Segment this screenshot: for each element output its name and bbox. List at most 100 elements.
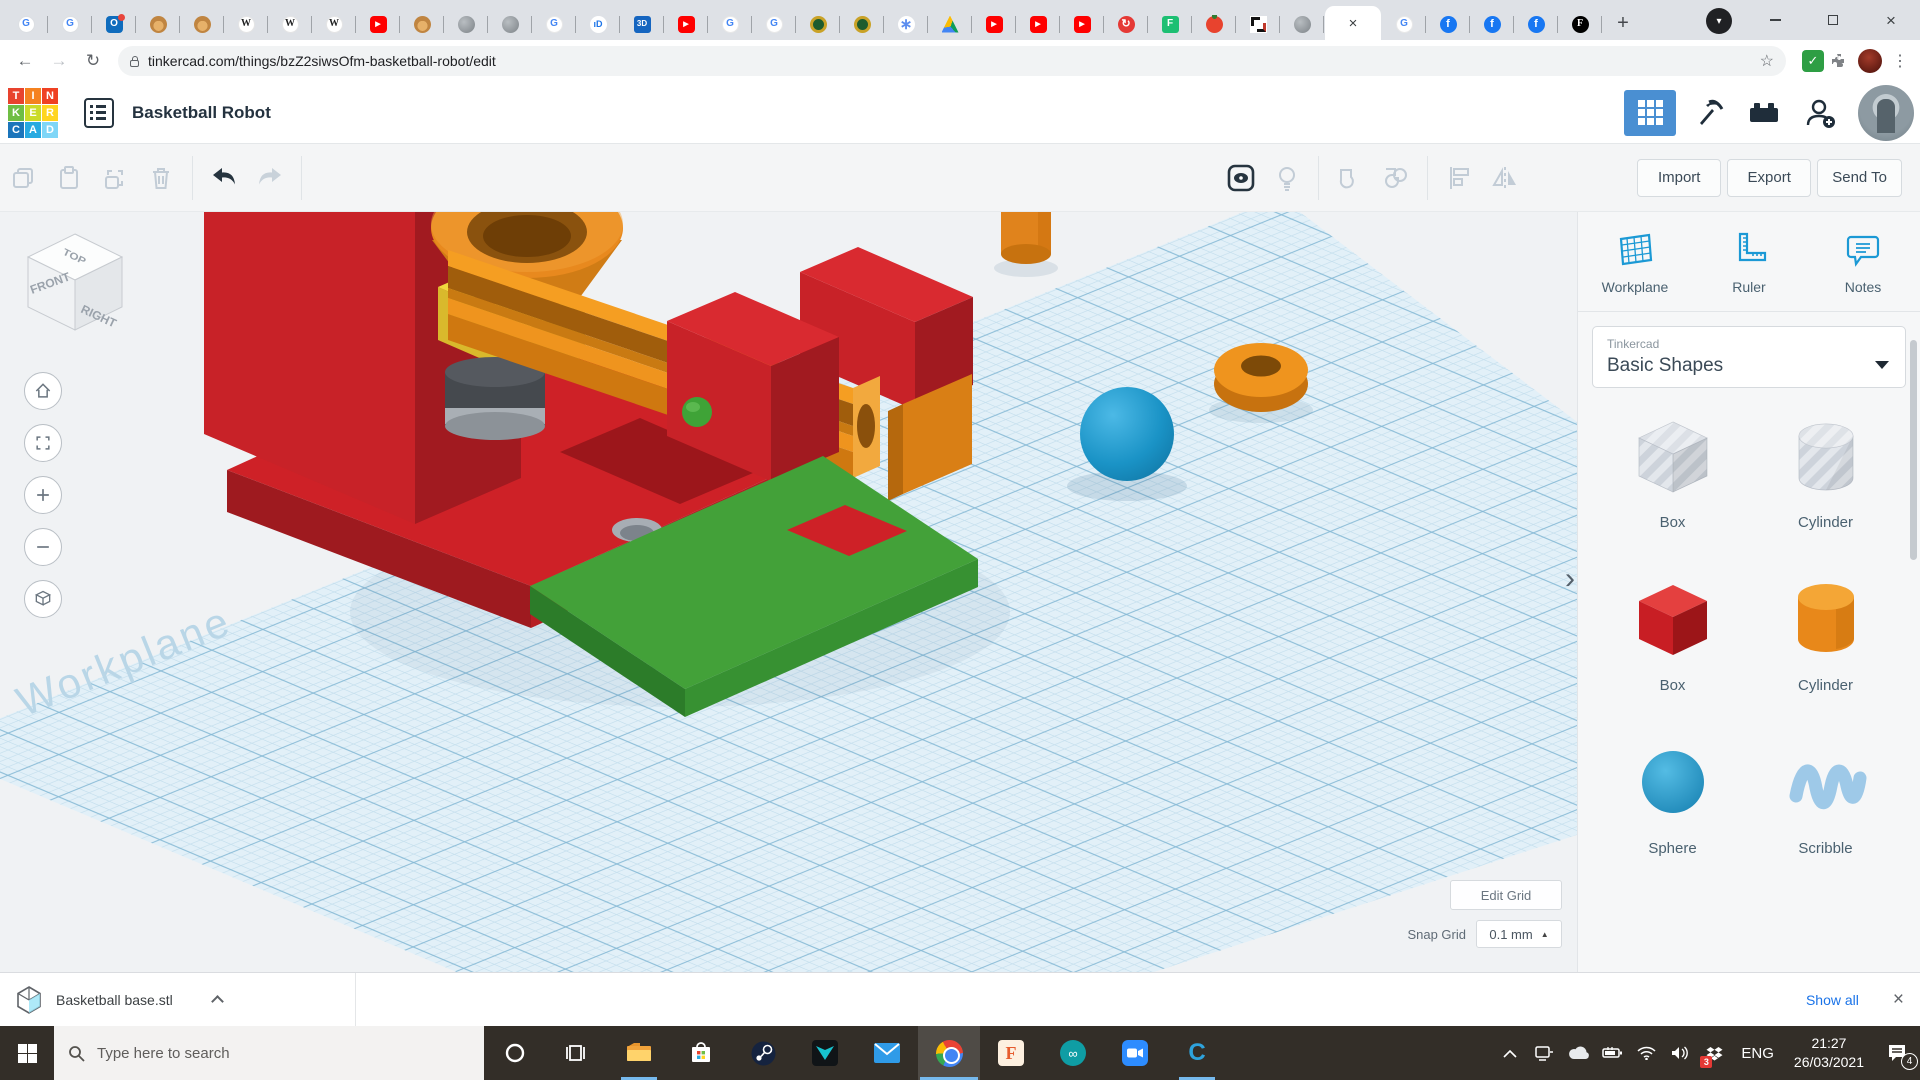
shape-red-box[interactable]: Box: [1596, 573, 1749, 694]
paste-button[interactable]: [46, 155, 92, 201]
pinned-tab[interactable]: G: [1382, 8, 1426, 40]
address-bar[interactable]: tinkercad.com/things/bzZ2siwsOfm-basketb…: [118, 46, 1786, 76]
design-properties-icon[interactable]: [84, 98, 114, 128]
fit-view-button[interactable]: [24, 424, 62, 462]
pinned-tab[interactable]: F: [1148, 8, 1192, 40]
steam-button[interactable]: [732, 1026, 794, 1080]
show-all-button[interactable]: Show all: [1806, 992, 1859, 1008]
extensions-puzzle-icon[interactable]: [1828, 50, 1850, 72]
pinned-tab[interactable]: G: [4, 8, 48, 40]
duplicate-button[interactable]: [92, 155, 138, 201]
shape-orange-cylinder[interactable]: Cylinder: [1749, 573, 1902, 694]
orange-torus[interactable]: [1214, 343, 1308, 412]
shape-hole-cylinder[interactable]: Cylinder: [1749, 410, 1902, 531]
shape-scribble[interactable]: Scribble: [1749, 736, 1902, 857]
predator-button[interactable]: [794, 1026, 856, 1080]
back-button[interactable]: ←: [10, 46, 40, 76]
mail-button[interactable]: [856, 1026, 918, 1080]
export-button[interactable]: Export: [1727, 159, 1811, 197]
taskbar-clock[interactable]: 21:27 26/03/2021: [1784, 1034, 1874, 1072]
group-button[interactable]: [1327, 155, 1373, 201]
start-button[interactable]: [0, 1026, 54, 1080]
onedrive-icon[interactable]: [1561, 1026, 1595, 1080]
dropbox-icon[interactable]: 3: [1697, 1026, 1731, 1080]
visibility-button[interactable]: [1218, 155, 1264, 201]
maximize-button[interactable]: [1804, 0, 1862, 40]
pinned-tab[interactable]: [444, 8, 488, 40]
pinned-tab[interactable]: f: [1426, 8, 1470, 40]
shape-library-select[interactable]: Tinkercad Basic Shapes: [1592, 326, 1906, 388]
pinned-tab[interactable]: [1280, 8, 1324, 40]
fusion-360-button[interactable]: F: [980, 1026, 1042, 1080]
copy-button[interactable]: [0, 155, 46, 201]
panel-scrollbar[interactable]: [1910, 340, 1917, 560]
undo-button[interactable]: [201, 155, 247, 201]
download-chevron-icon[interactable]: [211, 995, 224, 1008]
designs-grid-button[interactable]: [1624, 90, 1676, 136]
close-window-button[interactable]: ×: [1862, 0, 1920, 40]
view-cube[interactable]: TOP FRONT RIGHT: [16, 224, 134, 342]
3d-viewport[interactable]: Workplane: [0, 212, 1577, 972]
pinned-tab[interactable]: [488, 8, 532, 40]
minimize-button[interactable]: [1746, 0, 1804, 40]
language-indicator[interactable]: ENG: [1731, 1045, 1784, 1062]
task-view-button[interactable]: [546, 1026, 608, 1080]
arduino-button[interactable]: ∞: [1042, 1026, 1104, 1080]
wifi-icon[interactable]: [1629, 1026, 1663, 1080]
pinned-tab[interactable]: ↻: [1104, 8, 1148, 40]
redo-button[interactable]: [247, 155, 293, 201]
microsoft-store-button[interactable]: [670, 1026, 732, 1080]
pinned-tab[interactable]: 3D: [620, 8, 664, 40]
gray-cylinder[interactable]: [445, 357, 545, 440]
shelf-close-button[interactable]: ×: [1893, 989, 1904, 1011]
media-controls-button[interactable]: ▾: [1706, 8, 1732, 34]
zoom-out-button[interactable]: [24, 528, 62, 566]
taskbar-search[interactable]: Type here to search: [54, 1026, 484, 1080]
pinned-tab[interactable]: f: [1514, 8, 1558, 40]
file-explorer-button[interactable]: [608, 1026, 670, 1080]
url-text[interactable]: tinkercad.com/things/bzZ2siwsOfm-basketb…: [148, 53, 1751, 69]
volume-icon[interactable]: [1663, 1026, 1697, 1080]
pinned-tab[interactable]: G: [708, 8, 752, 40]
user-avatar[interactable]: [1858, 85, 1914, 141]
pinned-tab[interactable]: ▶: [356, 8, 400, 40]
download-item[interactable]: Basketball base.stl: [16, 985, 222, 1015]
pinned-tab[interactable]: [1192, 8, 1236, 40]
show-all-button[interactable]: [1264, 155, 1310, 201]
zoom-in-button[interactable]: [24, 476, 62, 514]
zoom-button[interactable]: [1104, 1026, 1166, 1080]
edit-grid-button[interactable]: Edit Grid: [1450, 880, 1562, 910]
pinned-tab[interactable]: ▶: [972, 8, 1016, 40]
pinned-tab[interactable]: [796, 8, 840, 40]
pinned-tab[interactable]: f: [1470, 8, 1514, 40]
ungroup-button[interactable]: [1373, 155, 1419, 201]
pinned-tab[interactable]: W: [312, 8, 356, 40]
pinned-tab[interactable]: G: [48, 8, 92, 40]
pinned-tab[interactable]: F: [1558, 8, 1602, 40]
pinned-tab[interactable]: ▶: [1016, 8, 1060, 40]
pinned-tab[interactable]: [180, 8, 224, 40]
invite-button[interactable]: [1792, 88, 1848, 138]
delete-button[interactable]: [138, 155, 184, 201]
design-title[interactable]: Basketball Robot: [132, 103, 271, 123]
browser-menu-icon[interactable]: ⋮: [1890, 51, 1910, 71]
panel-collapse-arrow[interactable]: ›: [1565, 564, 1575, 594]
mirror-button[interactable]: [1482, 155, 1528, 201]
cortana-button[interactable]: [484, 1026, 546, 1080]
pinned-tab[interactable]: [928, 8, 972, 40]
tinkercad-logo[interactable]: T I N K E R C A D: [8, 88, 58, 138]
download-filename[interactable]: Basketball base.stl: [56, 992, 173, 1008]
active-tab-tinkercad[interactable]: ×: [1325, 6, 1381, 40]
pinned-tab[interactable]: O: [92, 8, 136, 40]
pinned-tab[interactable]: [1236, 8, 1280, 40]
pinned-tab[interactable]: ▶: [1060, 8, 1104, 40]
blue-sphere[interactable]: [1080, 387, 1174, 481]
chrome-taskbar-button[interactable]: [918, 1026, 980, 1080]
new-tab-button[interactable]: +: [1608, 8, 1638, 38]
pinned-tab[interactable]: W: [268, 8, 312, 40]
snap-grid-select[interactable]: 0.1 mm ▲: [1476, 920, 1562, 948]
pinned-tab[interactable]: [840, 8, 884, 40]
cura-button[interactable]: C: [1166, 1026, 1228, 1080]
bookmark-star-icon[interactable]: ☆: [1760, 51, 1774, 71]
workplane-tool[interactable]: Workplane: [1578, 212, 1692, 311]
